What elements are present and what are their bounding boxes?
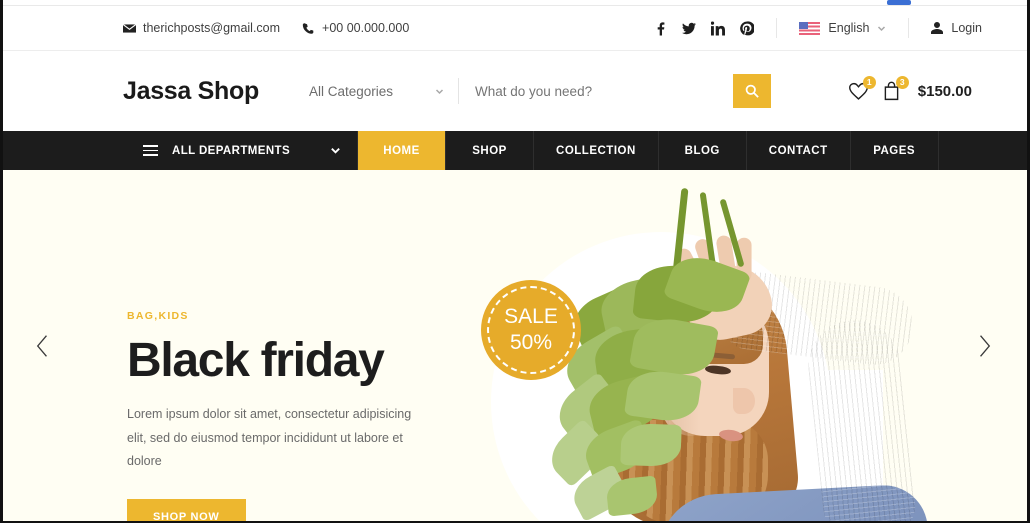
social-links bbox=[653, 20, 776, 36]
contact-phone[interactable]: +00 00.000.000 bbox=[302, 21, 409, 35]
slider-next-button[interactable] bbox=[967, 329, 1001, 363]
nav-item-label: HOME bbox=[383, 144, 420, 157]
nav-item-home[interactable]: HOME bbox=[358, 131, 447, 170]
wishlist-count-badge: 1 bbox=[862, 75, 876, 89]
sale-badge: SALE 50% bbox=[481, 280, 581, 380]
hero-slide-content: BAG,KIDS Black friday Lorem ipsum dolor … bbox=[127, 310, 457, 521]
nav-item-blog[interactable]: BLOG bbox=[659, 131, 747, 170]
language-label: English bbox=[828, 21, 870, 35]
shop-now-button[interactable]: SHOP NOW bbox=[127, 498, 246, 521]
search-icon bbox=[745, 84, 759, 98]
login-link[interactable]: Login bbox=[909, 21, 982, 35]
nav-item-contact[interactable]: CONTACT bbox=[747, 131, 851, 170]
sale-badge-line-2: 50% bbox=[509, 331, 553, 354]
main-navigation: ALL DEPARTMENTS HOME SHOP COLLECTION BLO… bbox=[3, 131, 1027, 170]
facebook-icon[interactable] bbox=[653, 21, 667, 36]
user-icon bbox=[931, 22, 944, 34]
nav-left-spacer bbox=[3, 131, 127, 170]
category-dropdown[interactable]: All Categories bbox=[309, 78, 459, 104]
chevron-down-icon bbox=[330, 145, 341, 156]
slider-prev-button[interactable] bbox=[25, 329, 59, 363]
nav-item-collection[interactable]: COLLECTION bbox=[534, 131, 659, 170]
top-bar-utility-group: English Login bbox=[653, 18, 982, 38]
nav-item-pages[interactable]: PAGES bbox=[851, 131, 939, 170]
top-bar-contact-group: therichposts@gmail.com +00 00.000.000 bbox=[123, 21, 409, 35]
site-header: Jassa Shop All Categories 1 3 $150 bbox=[3, 51, 1027, 131]
chevron-down-icon bbox=[435, 87, 444, 96]
category-dropdown-label: All Categories bbox=[308, 83, 393, 99]
phone-icon bbox=[302, 22, 315, 35]
all-departments-button[interactable]: ALL DEPARTMENTS bbox=[127, 131, 359, 170]
nav-item-label: SHOP bbox=[472, 144, 507, 157]
nav-item-label: PAGES bbox=[873, 144, 916, 157]
chevron-left-icon bbox=[36, 334, 47, 357]
chevron-down-icon bbox=[877, 24, 886, 33]
contact-phone-text: +00 00.000.000 bbox=[322, 21, 410, 35]
site-logo[interactable]: Jassa Shop bbox=[123, 77, 259, 106]
nav-item-shop[interactable]: SHOP bbox=[446, 131, 535, 170]
cart-count-badge: 3 bbox=[895, 75, 909, 89]
search-button[interactable] bbox=[733, 74, 771, 108]
hero-image: SALE 50% bbox=[433, 170, 1027, 521]
browser-viewport: therichposts@gmail.com +00 00.000.000 En… bbox=[0, 0, 1030, 523]
linkedin-icon[interactable] bbox=[711, 21, 726, 36]
language-selector[interactable]: English bbox=[776, 18, 910, 38]
hamburger-icon bbox=[143, 144, 158, 157]
wishlist-button[interactable]: 1 bbox=[848, 75, 876, 102]
cart-button[interactable]: 3 bbox=[881, 75, 909, 102]
contact-email-text: therichposts@gmail.com bbox=[143, 21, 281, 35]
login-label: Login bbox=[951, 21, 982, 35]
us-flag-icon bbox=[799, 21, 821, 35]
hero-eyebrow: BAG,KIDS bbox=[127, 310, 189, 322]
cart-total-amount: $150.00 bbox=[917, 82, 972, 100]
nav-item-label: COLLECTION bbox=[556, 144, 636, 157]
sale-badge-line-1: SALE bbox=[504, 304, 558, 328]
all-departments-label: ALL DEPARTMENTS bbox=[172, 144, 291, 157]
header-actions: 1 3 $150.00 bbox=[848, 75, 972, 102]
hero-slider: BAG,KIDS Black friday Lorem ipsum dolor … bbox=[3, 170, 1027, 521]
chevron-right-icon bbox=[979, 334, 990, 357]
nav-item-label: CONTACT bbox=[768, 144, 828, 157]
contact-email[interactable]: therichposts@gmail.com bbox=[123, 21, 280, 35]
search-bar: All Categories bbox=[309, 72, 771, 110]
top-bar: therichposts@gmail.com +00 00.000.000 En… bbox=[3, 6, 1027, 51]
twitter-icon[interactable] bbox=[682, 21, 697, 36]
search-input[interactable] bbox=[475, 83, 725, 99]
nav-item-label: BLOG bbox=[684, 144, 720, 157]
hero-headline: Black friday bbox=[127, 334, 385, 387]
pinterest-icon[interactable] bbox=[740, 20, 755, 36]
hero-subtext: Lorem ipsum dolor sit amet, consectetur … bbox=[127, 407, 412, 468]
envelope-icon bbox=[123, 22, 136, 35]
